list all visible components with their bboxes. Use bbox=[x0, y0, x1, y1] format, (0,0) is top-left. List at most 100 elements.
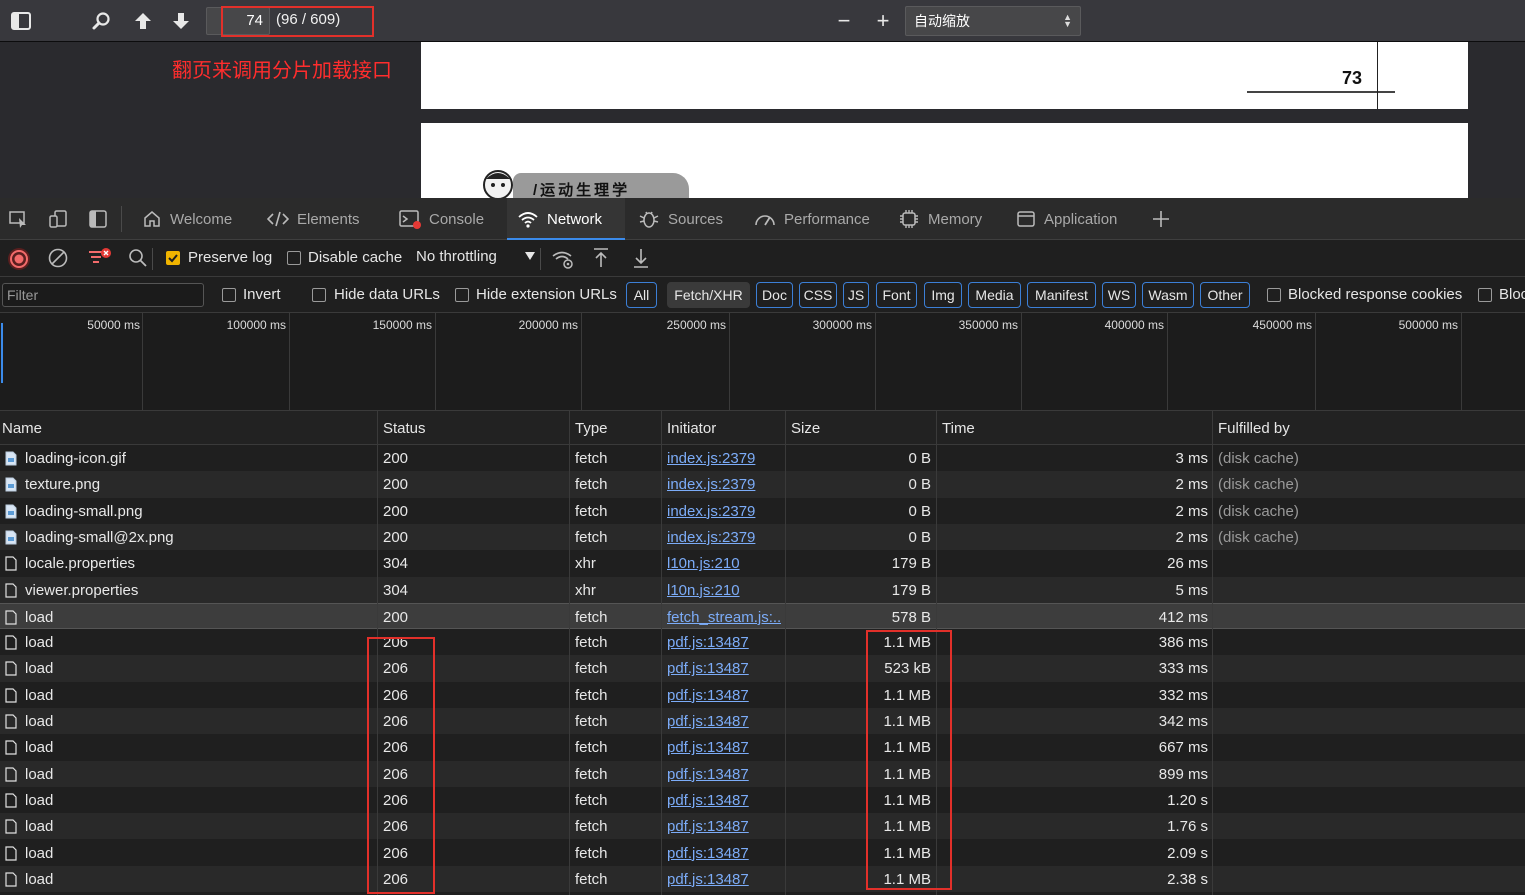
cell-initiator-link[interactable]: fetch_stream.js:... bbox=[667, 609, 781, 626]
import-har-icon[interactable] bbox=[591, 247, 611, 269]
filter-chip-manifest[interactable]: Manifest bbox=[1027, 282, 1096, 308]
table-row[interactable]: load 206 fetch pdf.js:13487 1.1 MB 386 m… bbox=[0, 629, 1525, 656]
table-row[interactable]: load 206 fetch pdf.js:13487 1.1 MB 342 m… bbox=[0, 708, 1525, 735]
throttling-select[interactable]: No throttling bbox=[416, 248, 497, 265]
tab-elements[interactable]: Elements bbox=[267, 198, 367, 240]
cell-type: fetch bbox=[575, 686, 608, 704]
cell-initiator-link[interactable]: l10n.js:210 bbox=[667, 582, 740, 599]
column-header-size[interactable]: Size bbox=[791, 420, 820, 437]
cell-initiator-link[interactable]: index.js:2379 bbox=[667, 476, 755, 493]
tab-network[interactable]: Network bbox=[507, 198, 625, 240]
filter-chip-all[interactable]: All bbox=[626, 282, 657, 308]
filter-chip-ws[interactable]: WS bbox=[1102, 282, 1136, 308]
blocked-response-cookies-checkbox[interactable] bbox=[1267, 288, 1281, 302]
table-row[interactable]: load 206 fetch pdf.js:13487 1.1 MB 667 m… bbox=[0, 734, 1525, 761]
page-number-input[interactable]: 74 bbox=[206, 7, 270, 35]
filter-chip-img[interactable]: Img bbox=[924, 282, 962, 308]
dropdown-triangle-icon[interactable] bbox=[524, 251, 536, 261]
network-overview[interactable]: 50000 ms 100000 ms 150000 ms 200000 ms 2… bbox=[0, 313, 1525, 411]
column-divider[interactable] bbox=[569, 411, 570, 895]
table-row[interactable]: loading-small.png 200 fetch index.js:237… bbox=[0, 497, 1525, 524]
table-row[interactable]: locale.properties 304 xhr l10n.js:210 17… bbox=[0, 550, 1525, 577]
table-row[interactable]: load 206 fetch pdf.js:13487 1.1 MB 2.38 … bbox=[0, 865, 1525, 893]
cell-initiator-link[interactable]: index.js:2379 bbox=[667, 450, 755, 467]
dock-side-icon[interactable] bbox=[86, 207, 110, 231]
tab-console[interactable]: Console bbox=[399, 198, 494, 240]
cell-initiator-link[interactable]: pdf.js:13487 bbox=[667, 871, 749, 888]
cell-initiator-link[interactable]: pdf.js:13487 bbox=[667, 845, 749, 862]
table-row[interactable]: load 206 fetch pdf.js:13487 1.1 MB 899 m… bbox=[0, 760, 1525, 787]
hide-data-urls-checkbox[interactable] bbox=[312, 288, 326, 302]
export-har-icon[interactable] bbox=[631, 247, 651, 269]
column-divider[interactable] bbox=[661, 411, 662, 895]
cell-initiator-link[interactable]: pdf.js:13487 bbox=[667, 634, 749, 651]
tab-performance[interactable]: Performance bbox=[754, 198, 884, 240]
invert-checkbox[interactable] bbox=[222, 288, 236, 302]
filter-chip-wasm[interactable]: Wasm bbox=[1142, 282, 1194, 308]
column-header-fulfilled-by[interactable]: Fulfilled by bbox=[1218, 420, 1290, 437]
column-header-status[interactable]: Status bbox=[383, 420, 426, 437]
document-file-icon bbox=[5, 714, 17, 729]
cell-initiator-link[interactable]: pdf.js:13487 bbox=[667, 687, 749, 704]
add-tab-button[interactable] bbox=[1151, 198, 1175, 240]
cell-initiator-link[interactable]: pdf.js:13487 bbox=[667, 818, 749, 835]
column-header-name[interactable]: Name bbox=[2, 420, 42, 437]
clear-icon[interactable] bbox=[47, 247, 69, 269]
record-stop-icon[interactable] bbox=[7, 247, 31, 271]
cell-initiator-link[interactable]: l10n.js:210 bbox=[667, 555, 740, 572]
device-emulation-icon[interactable] bbox=[46, 207, 70, 231]
cell-initiator-link[interactable]: pdf.js:13487 bbox=[667, 713, 749, 730]
cell-initiator-link[interactable]: index.js:2379 bbox=[667, 529, 755, 546]
previous-page-icon[interactable] bbox=[131, 9, 155, 33]
network-conditions-icon[interactable] bbox=[551, 247, 575, 271]
find-icon[interactable] bbox=[89, 9, 113, 33]
column-divider[interactable] bbox=[936, 411, 937, 895]
column-divider[interactable] bbox=[1212, 411, 1213, 895]
filter-funnel-icon[interactable] bbox=[87, 246, 113, 270]
filter-chip-js[interactable]: JS bbox=[843, 282, 869, 308]
table-row[interactable]: loading-icon.gif 200 fetch index.js:2379… bbox=[0, 445, 1525, 472]
sidebar-toggle-icon[interactable] bbox=[9, 9, 33, 33]
filter-input[interactable]: Filter bbox=[2, 283, 204, 307]
table-row[interactable]: viewer.properties 304 xhr l10n.js:210 17… bbox=[0, 576, 1525, 603]
zoom-out-button[interactable]: − bbox=[832, 8, 856, 33]
zoom-in-button[interactable]: + bbox=[871, 8, 895, 33]
column-header-time[interactable]: Time bbox=[942, 420, 975, 437]
column-divider[interactable] bbox=[377, 411, 378, 895]
filter-chip-fetch-xhr[interactable]: Fetch/XHR bbox=[667, 282, 750, 308]
filter-chip-doc[interactable]: Doc bbox=[756, 282, 793, 308]
filter-chip-font[interactable]: Font bbox=[876, 282, 917, 308]
next-page-icon[interactable] bbox=[169, 9, 193, 33]
inspect-element-icon[interactable] bbox=[6, 207, 30, 231]
table-row[interactable]: load 206 fetch pdf.js:13487 1.1 MB 2.09 … bbox=[0, 839, 1525, 866]
table-row[interactable]: load 206 fetch pdf.js:13487 523 kB 333 m… bbox=[0, 655, 1525, 682]
preserve-log-checkbox[interactable] bbox=[166, 251, 180, 265]
hide-extension-urls-checkbox[interactable] bbox=[455, 288, 469, 302]
table-row[interactable]: loading-small@2x.png 200 fetch index.js:… bbox=[0, 523, 1525, 551]
cell-initiator-link[interactable]: pdf.js:13487 bbox=[667, 766, 749, 783]
zoom-select[interactable]: 自动缩放 ▲ ▼ bbox=[905, 6, 1081, 36]
filter-chip-media[interactable]: Media bbox=[968, 282, 1021, 308]
search-icon[interactable] bbox=[128, 248, 148, 268]
column-header-initiator[interactable]: Initiator bbox=[667, 420, 716, 437]
cell-initiator-link[interactable]: pdf.js:13487 bbox=[667, 660, 749, 677]
tab-application[interactable]: Application bbox=[1016, 198, 1136, 240]
disable-cache-checkbox[interactable] bbox=[287, 251, 301, 265]
cell-initiator-link[interactable]: index.js:2379 bbox=[667, 503, 755, 520]
filter-chip-css[interactable]: CSS bbox=[799, 282, 837, 308]
column-header-type[interactable]: Type bbox=[575, 420, 608, 437]
cell-initiator-link[interactable]: pdf.js:13487 bbox=[667, 792, 749, 809]
column-divider[interactable] bbox=[785, 411, 786, 895]
table-row[interactable]: texture.png 200 fetch index.js:2379 0 B … bbox=[0, 471, 1525, 498]
cell-initiator-link[interactable]: pdf.js:13487 bbox=[667, 739, 749, 756]
table-row[interactable]: load 206 fetch pdf.js:13487 1.1 MB 1.76 … bbox=[0, 813, 1525, 840]
cell-time: 342 ms bbox=[1158, 713, 1208, 730]
table-row[interactable]: load 206 fetch pdf.js:13487 1.1 MB 1.20 … bbox=[0, 786, 1525, 814]
tab-sources[interactable]: Sources bbox=[638, 198, 738, 240]
table-row-selected[interactable]: load 200 fetch fetch_stream.js:... 578 B… bbox=[0, 602, 1525, 630]
blocked-requests-checkbox[interactable] bbox=[1478, 288, 1492, 302]
tab-welcome[interactable]: Welcome bbox=[142, 198, 242, 240]
table-row[interactable]: load 206 fetch pdf.js:13487 1.1 MB 332 m… bbox=[0, 681, 1525, 708]
tab-memory[interactable]: Memory bbox=[898, 198, 998, 240]
filter-chip-other[interactable]: Other bbox=[1200, 282, 1250, 308]
